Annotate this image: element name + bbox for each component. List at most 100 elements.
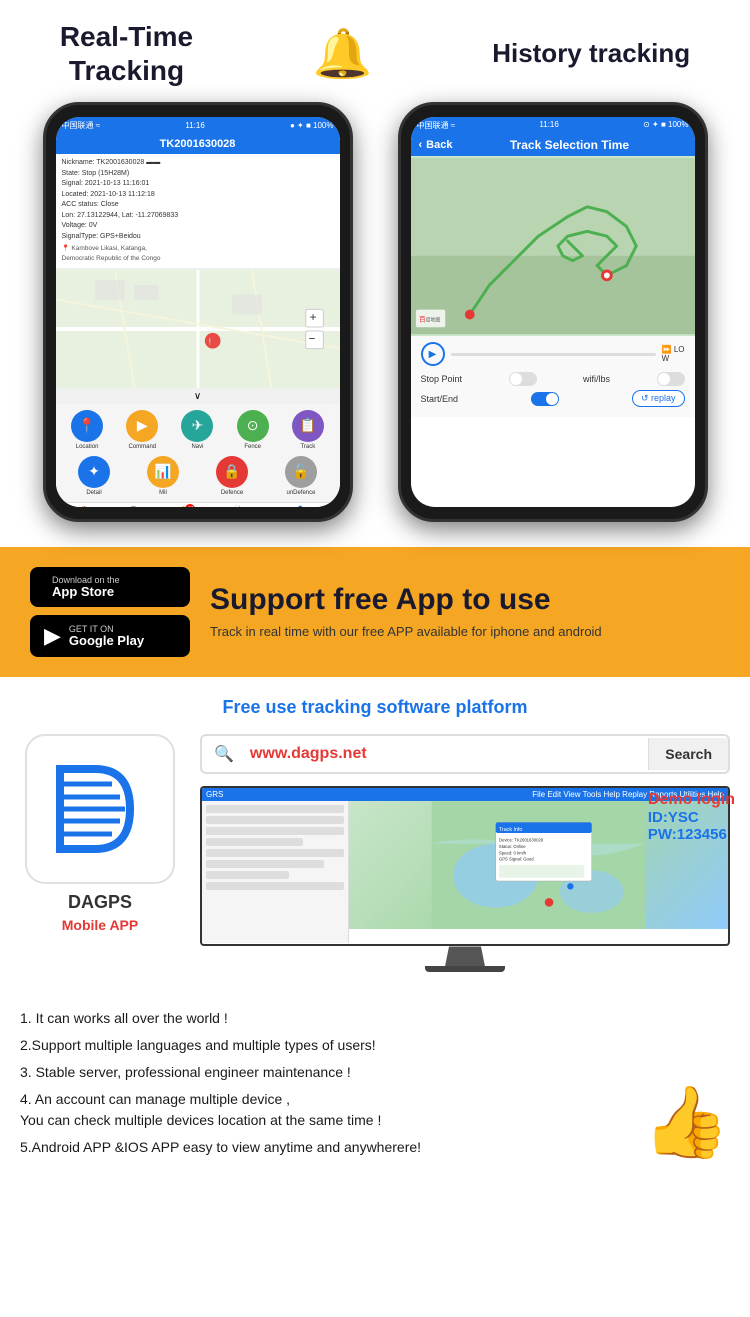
- phone1-info: Nickname: TK2001630028 ▬▬ State: Stop (1…: [56, 154, 340, 269]
- navi-btn[interactable]: ✈ Navi: [181, 410, 213, 450]
- wifi-lbs-toggle[interactable]: [657, 372, 685, 386]
- nav-list[interactable]: ☰ List: [129, 506, 138, 508]
- feature-5: 5.Android APP &IOS APP easy to view anyt…: [20, 1137, 730, 1158]
- top-section: Real-TimeTracking 🔔 History tracking 中国联…: [0, 0, 750, 532]
- google-play-text: GET IT ON Google Play: [69, 624, 144, 648]
- command-btn[interactable]: ▶ Command: [126, 410, 158, 450]
- phone2-screen: 中国联通 ≈ 11:16 ⊙ ✦ ■ 100% ‹ Back Track Sel…: [411, 117, 695, 507]
- phone2-title: Track Selection Time: [510, 138, 629, 152]
- mil-btn[interactable]: 📊 Mil: [147, 456, 179, 496]
- stop-point-row: Stop Point wifi/lbs: [421, 372, 685, 386]
- phone2-map: 百 度地图: [411, 156, 695, 336]
- stop-point-label: Stop Point: [421, 374, 463, 384]
- fence-btn[interactable]: ⊙ Fence: [237, 410, 269, 450]
- history-title: History tracking: [492, 38, 690, 69]
- banner-title: Support free App to use: [210, 583, 720, 617]
- start-end-toggle[interactable]: [531, 392, 559, 406]
- feature-4: 4. An account can manage multiple device…: [20, 1089, 730, 1131]
- svg-text:!: !: [208, 337, 210, 346]
- features-section: 1. It can works all over the world ! 2.S…: [0, 992, 750, 1184]
- nav-main[interactable]: 🏠 Main: [78, 506, 91, 508]
- phone1-map: ! + −: [56, 269, 340, 389]
- phone2-header: ‹ Back Track Selection Time: [411, 134, 695, 156]
- alarm-badge: 47: [185, 504, 195, 508]
- search-bar: 🔍 www.dagps.net Search: [200, 734, 730, 774]
- realtime-title: Real-TimeTracking: [60, 20, 193, 87]
- location-btn[interactable]: 📍 Location: [71, 410, 103, 450]
- mil-label: Mil: [159, 490, 167, 496]
- detail-btn[interactable]: ✦ Detail: [78, 456, 110, 496]
- start-end-label: Start/End: [421, 394, 459, 404]
- demo-pw: PW:123456: [648, 826, 735, 843]
- replay-button[interactable]: ↺ replay: [632, 390, 685, 407]
- google-play-button[interactable]: ▶ GET IT ON Google Play: [30, 615, 190, 657]
- fence-label: Fence: [244, 444, 261, 450]
- phone1-screen: 中国联通 ≈ 11:16 ● ✦ ■ 100% TK2001630028 Nic…: [56, 117, 340, 507]
- platform-right: 🔍 www.dagps.net Search GRS File Edit Vie…: [200, 734, 730, 972]
- app-store-button[interactable]: Download on the App Store: [30, 567, 190, 607]
- phone1-frame: 中国联通 ≈ 11:16 ● ✦ ■ 100% TK2001630028 Nic…: [43, 102, 353, 522]
- report-icon: 📄: [234, 506, 241, 508]
- track-btn[interactable]: 📋 Track: [292, 410, 324, 450]
- info-location: 📍 Kambove Likasi, Katanga,Democratic Rep…: [62, 244, 334, 264]
- demo-id: ID:YSC: [648, 809, 735, 826]
- bell-icon: 🔔: [313, 25, 373, 82]
- command-label: Command: [128, 444, 156, 450]
- phone1-battery: ● ✦ ■ 100%: [290, 121, 334, 130]
- info-line: Signal: 2021-10-13 11:16:01: [62, 179, 334, 190]
- demo-login-box: Demo login ID:YSC PW:123456: [648, 791, 735, 843]
- toggle-dot2: [658, 373, 670, 385]
- banner-text: Support free App to use Track in real ti…: [210, 583, 720, 641]
- info-line: State: Stop (15H28M): [62, 169, 334, 180]
- defence-btn[interactable]: 🔒 Defence: [216, 456, 248, 496]
- feature-3: 3. Stable server, professional engineer …: [20, 1062, 730, 1083]
- mil-icon: 📊: [147, 456, 179, 488]
- back-chevron-icon: ‹: [419, 139, 423, 151]
- sidebar-item: [206, 860, 324, 868]
- feature-1: 1. It can works all over the world !: [20, 1008, 730, 1029]
- google-big: Google Play: [69, 634, 144, 648]
- detail-label: Detail: [86, 490, 101, 496]
- monitor-container: GRS File Edit View Tools Help Replay Rep…: [200, 786, 730, 972]
- expand-icon[interactable]: ∨: [56, 389, 340, 404]
- stop-point-toggle[interactable]: [509, 372, 537, 386]
- phone2-carrier: 中国联通 ≈: [417, 120, 456, 131]
- back-label[interactable]: Back: [426, 139, 452, 151]
- nav-alarm[interactable]: 🔔 47 Alarm: [176, 506, 192, 508]
- play-button[interactable]: ▶: [421, 342, 445, 366]
- search-button[interactable]: Search: [648, 738, 728, 770]
- navi-icon: ✈: [181, 410, 213, 442]
- fence-icon: ⊙: [237, 410, 269, 442]
- platform-content: DAGPS Mobile APP 🔍 www.dagps.net Search …: [20, 734, 730, 972]
- sidebar-item: [206, 882, 344, 890]
- list-icon: ☰: [131, 506, 136, 508]
- phone2-frame: 中国联通 ≈ 11:16 ⊙ ✦ ■ 100% ‹ Back Track Sel…: [398, 102, 708, 522]
- phone2-statusbar: 中国联通 ≈ 11:16 ⊙ ✦ ■ 100%: [411, 117, 695, 134]
- svg-text:Track Info: Track Info: [499, 827, 523, 833]
- nav-user[interactable]: 👤 User Center: [284, 506, 316, 508]
- info-line: Voltage: 0V: [62, 221, 334, 232]
- defence-label: Defence: [221, 490, 243, 496]
- location-label: Location: [76, 444, 99, 450]
- info-line: Lon: 27.13122944, Lat: -11.27069833: [62, 211, 334, 222]
- sidebar-item: [206, 827, 344, 835]
- dagps-label: DAGPS: [68, 892, 132, 913]
- search-url-text: www.dagps.net: [246, 737, 648, 771]
- playback-bar: ▶ ⏩ LOW: [421, 342, 685, 366]
- track-label: Track: [300, 444, 315, 450]
- undefence-btn[interactable]: 🔓 unDefence: [285, 456, 317, 496]
- wifi-lbs-label: wifi/lbs: [583, 374, 610, 384]
- defence-icon: 🔒: [216, 456, 248, 488]
- navi-label: Navi: [191, 444, 203, 450]
- phone1-carrier: 中国联通 ≈: [62, 120, 101, 131]
- sidebar-item: [206, 838, 303, 846]
- svg-text:度地图: 度地图: [425, 317, 440, 324]
- info-line: Located: 2021-10-13 11:12:18: [62, 190, 334, 201]
- grs-title: GRS: [206, 790, 223, 799]
- progress-bar[interactable]: [451, 353, 656, 356]
- nav-report[interactable]: 📄 Report: [229, 506, 247, 508]
- app-store-big: App Store: [52, 585, 120, 599]
- user-icon: 👤: [297, 506, 304, 508]
- thumbs-up-icon: 👍: [643, 1082, 730, 1164]
- phone2-battery: ⊙ ✦ ■ 100%: [643, 120, 688, 131]
